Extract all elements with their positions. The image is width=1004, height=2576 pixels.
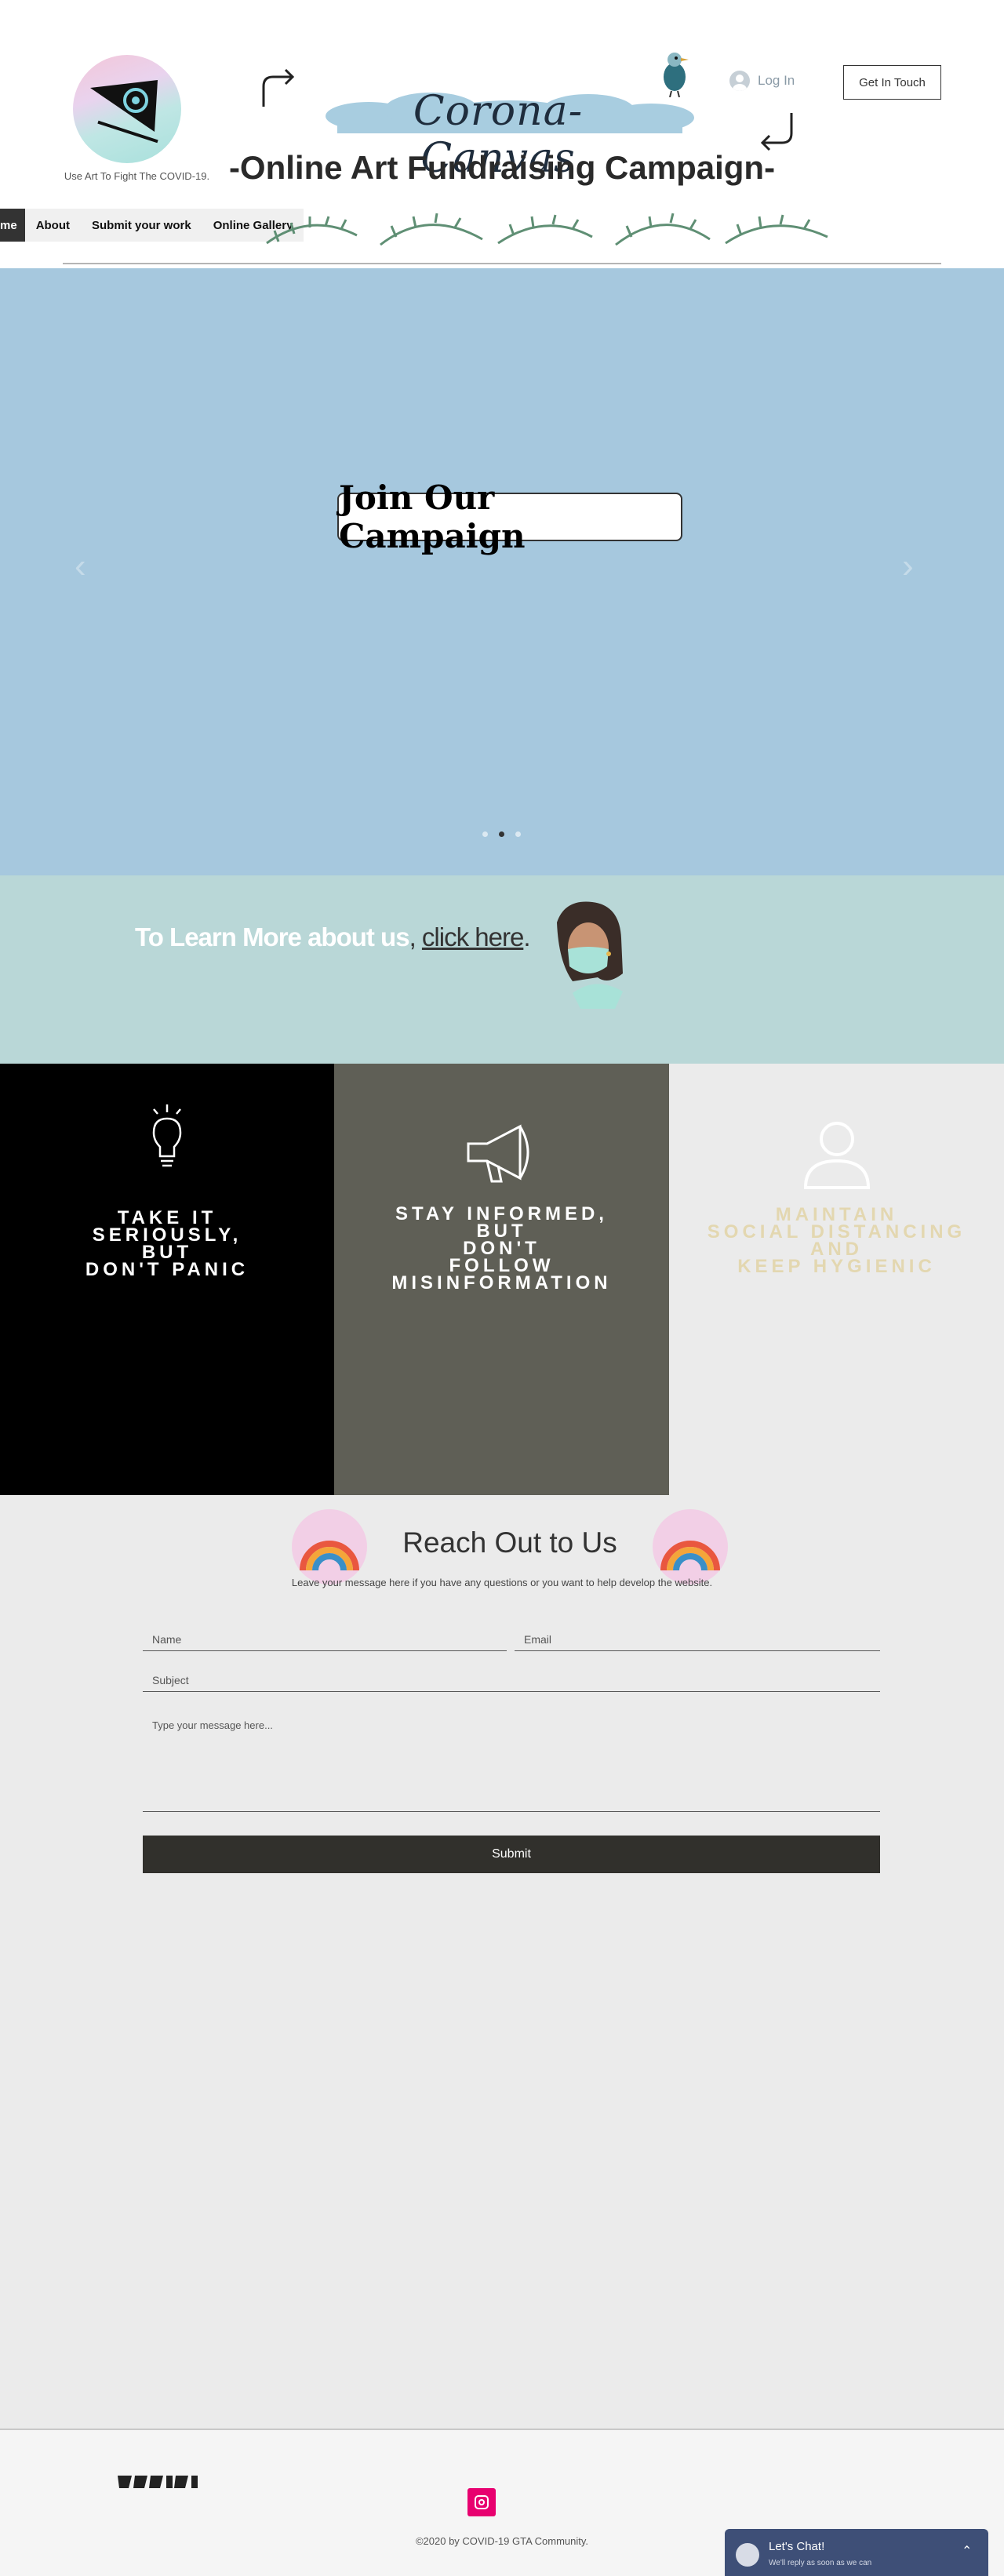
tip-text: TAKE IT SERIOUSLY, BUT DON'T PANIC xyxy=(0,1209,334,1280)
tip-line: DON'T PANIC xyxy=(85,1259,249,1280)
main-nav: me About Submit your work Online Gallery xyxy=(0,209,304,242)
slide-dot[interactable] xyxy=(499,831,504,837)
curved-arrow-up-icon xyxy=(262,68,295,107)
message-field[interactable]: Type your message here... xyxy=(143,1712,880,1812)
page: Use Art To Fight The COVID-19. Corona-Ca… xyxy=(0,0,1004,2576)
rainbow-icon xyxy=(653,1509,728,1585)
curved-arrow-down-icon xyxy=(760,113,793,151)
chevron-up-icon[interactable]: ⌃ xyxy=(962,2543,972,2559)
fern-decoration-icon xyxy=(266,213,828,246)
tip-panel: STAY INFORMED, BUT DON'T FOLLOW MISINFOR… xyxy=(334,1064,669,1495)
copyright-text: ©2020 by COVID-19 GTA Community. xyxy=(415,2535,589,2547)
chat-title: Let's Chat! xyxy=(769,2540,825,2553)
masked-woman-illustration-icon xyxy=(557,901,623,1009)
join-campaign-button[interactable]: Join Our Campaign xyxy=(337,478,682,555)
contact-section: Reach Out to Us Leave your message here … xyxy=(0,1495,1004,2429)
bird-icon xyxy=(664,53,689,97)
learn-more-end: . xyxy=(523,922,530,951)
chat-widget[interactable]: Let's Chat! We'll reply as soon as we ca… xyxy=(725,2529,988,2576)
tip-text: STAY INFORMED, BUT DON'T FOLLOW MISINFOR… xyxy=(334,1205,669,1293)
slide-prev-arrow-icon[interactable]: ‹ xyxy=(75,547,86,586)
nav-item-about[interactable]: About xyxy=(25,209,81,242)
header-divider xyxy=(63,263,941,264)
learn-more-text: To Learn More about us, click here. xyxy=(135,922,531,952)
hero-slideshow: Join Our Campaign ‹ › xyxy=(0,268,1004,875)
logo-mark-icon xyxy=(90,80,158,144)
lightbulb-icon xyxy=(152,1104,182,1167)
tip-line: MISINFORMATION xyxy=(391,1272,612,1293)
name-field[interactable]: Name xyxy=(143,1628,507,1651)
tip-text: MAINTAIN SOCIAL DISTANCING AND KEEP HYGI… xyxy=(669,1206,1004,1277)
login-label: Log In xyxy=(758,73,795,88)
tip-panel: TAKE IT SERIOUSLY, BUT DON'T PANIC xyxy=(0,1064,334,1495)
megaphone-icon xyxy=(467,1124,529,1183)
login-link[interactable]: Log In xyxy=(729,71,795,91)
submit-button[interactable]: Submit xyxy=(143,1836,880,1873)
site-header: Use Art To Fight The COVID-19. Corona-Ca… xyxy=(0,0,1004,268)
instagram-icon[interactable] xyxy=(467,2488,496,2516)
contact-subtitle: Leave your message here if you have any … xyxy=(291,1577,713,1588)
nav-item-submit-work[interactable]: Submit your work xyxy=(81,209,202,242)
site-footer: ©2020 by COVID-19 GTA Community. Let's C… xyxy=(0,2429,1004,2576)
slide-dot[interactable] xyxy=(482,831,488,837)
slide-next-arrow-icon[interactable]: › xyxy=(902,547,914,586)
tip-line: KEEP HYGIENIC xyxy=(737,1256,936,1277)
campaign-title: -Online Art Fundraising Campaign- xyxy=(228,149,776,186)
contact-title: Reach Out to Us xyxy=(402,1526,617,1559)
slide-dots xyxy=(482,831,521,837)
chat-subtitle: We'll reply as soon as we can xyxy=(769,2559,872,2567)
learn-more-separator: , xyxy=(409,922,417,951)
person-icon xyxy=(803,1122,870,1189)
email-field[interactable]: Email xyxy=(515,1628,880,1651)
get-in-touch-button[interactable]: Get In Touch xyxy=(843,65,941,100)
footer-logo-icon[interactable] xyxy=(118,2472,206,2491)
subject-field[interactable]: Subject xyxy=(143,1669,880,1692)
slide-dot[interactable] xyxy=(515,831,521,837)
site-tagline: Use Art To Fight The COVID-19. xyxy=(64,170,210,182)
chat-avatar-icon xyxy=(736,2543,759,2567)
learn-more-link[interactable]: click here xyxy=(422,922,524,951)
tip-panel: MAINTAIN SOCIAL DISTANCING AND KEEP HYGI… xyxy=(669,1064,1004,1495)
user-avatar-icon xyxy=(729,71,750,91)
site-logo[interactable] xyxy=(73,55,181,163)
tips-section: TAKE IT SERIOUSLY, BUT DON'T PANIC STAY … xyxy=(0,1064,1004,1495)
learn-more-strip: To Learn More about us, click here. xyxy=(0,875,1004,1064)
nav-item-home[interactable]: me xyxy=(0,209,25,242)
learn-more-lead: To Learn More about us xyxy=(135,922,410,951)
